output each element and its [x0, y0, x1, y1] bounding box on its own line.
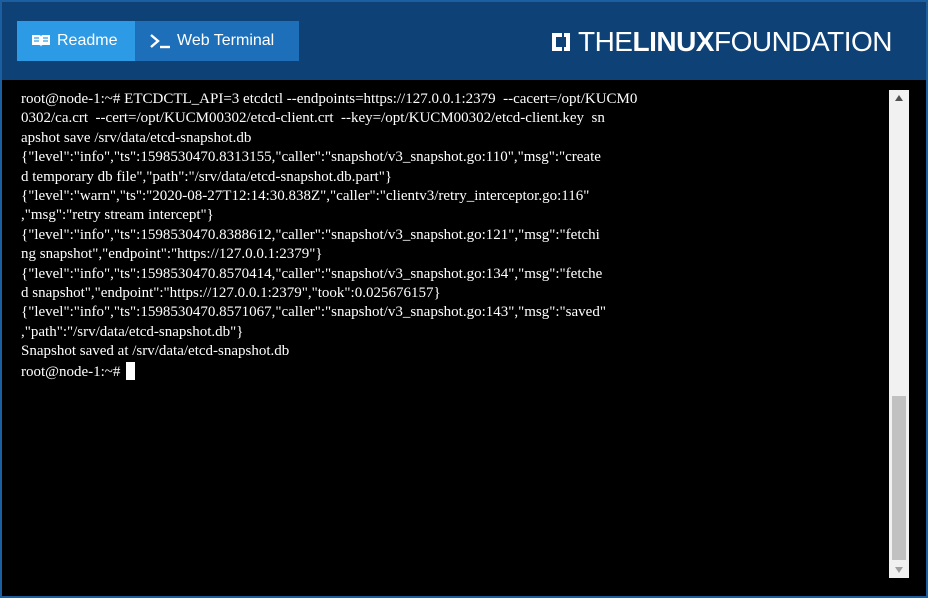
- scrollbar-track-upper[interactable]: [892, 108, 906, 394]
- terminal-line: {"level":"warn","ts":"2020-08-27T12:14:3…: [21, 188, 590, 205]
- tab-bar: Readme Web Terminal: [17, 21, 299, 61]
- terminal-line: ,"msg":"retry stream intercept"}: [21, 207, 214, 224]
- terminal-scrollbar[interactable]: [889, 90, 909, 578]
- tab-web-terminal-label: Web Terminal: [177, 32, 275, 49]
- terminal-cursor[interactable]: [126, 361, 136, 380]
- app-window: Readme Web Terminal THE LINUX FOUNDATION…: [0, 0, 928, 598]
- brand-bold: LINUX: [632, 26, 714, 57]
- scrollbar-thumb[interactable]: [892, 396, 906, 560]
- terminal-line: ng snapshot","endpoint":"https://127.0.0…: [21, 246, 323, 263]
- terminal-icon: [149, 33, 171, 49]
- terminal-line: {"level":"info","ts":1598530470.8571067,…: [21, 304, 606, 321]
- book-icon: [31, 34, 51, 48]
- linux-foundation-logo: THE LINUX FOUNDATION: [550, 26, 893, 58]
- tab-readme[interactable]: Readme: [17, 21, 135, 61]
- tab-web-terminal[interactable]: Web Terminal: [135, 21, 299, 61]
- tab-readme-label: Readme: [57, 32, 118, 49]
- terminal-line: Snapshot saved at /srv/data/etcd-snapsho…: [21, 343, 290, 360]
- terminal-line: d temporary db file","path":"/srv/data/e…: [21, 168, 393, 185]
- terminal-line: {"level":"info","ts":1598530470.8313155,…: [21, 149, 601, 166]
- terminal-pane[interactable]: root@node-1:~# ETCDCTL_API=3 etcdctl --e…: [2, 80, 926, 596]
- scroll-down-arrow-icon[interactable]: [889, 562, 909, 578]
- scroll-up-arrow-icon[interactable]: [889, 90, 909, 106]
- lf-mark-icon: [550, 31, 572, 53]
- terminal-line: 0302/ca.crt --cert=/opt/KUCM00302/etcd-c…: [21, 110, 605, 127]
- header-bar: Readme Web Terminal THE LINUX FOUNDATION: [2, 2, 926, 80]
- terminal-line: ,"path":"/srv/data/etcd-snapshot.db"}: [21, 323, 244, 340]
- terminal-line: d snapshot","endpoint":"https://127.0.0.…: [21, 285, 441, 302]
- terminal-line: {"level":"info","ts":1598530470.8570414,…: [21, 265, 603, 282]
- terminal-prompt: root@node-1:~#: [21, 363, 125, 380]
- terminal-output[interactable]: root@node-1:~# ETCDCTL_API=3 etcdctl --e…: [21, 90, 885, 382]
- terminal-line: apshot save /srv/data/etcd-snapshot.db: [21, 129, 252, 146]
- brand-suffix: FOUNDATION: [713, 26, 893, 57]
- brand-prefix: THE: [577, 26, 633, 57]
- terminal-line: root@node-1:~# ETCDCTL_API=3 etcdctl --e…: [21, 91, 638, 107]
- terminal-line: {"level":"info","ts":1598530470.8388612,…: [21, 226, 600, 243]
